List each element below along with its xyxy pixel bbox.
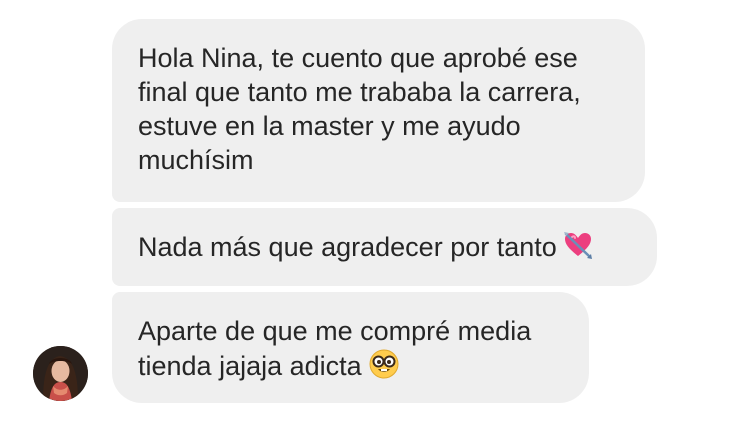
message-text-line: Hola Nina, te cuento que aprobé ese — [138, 43, 578, 73]
avatar-photo — [33, 346, 88, 401]
message-text-line: Aparte de que me compré media — [138, 316, 532, 346]
nerd-face-icon — [368, 348, 400, 388]
message-bubble[interactable]: Aparte de que me compré media tienda jaj… — [112, 292, 589, 403]
message-bubble[interactable]: Hola Nina, te cuento que aprobé ese fina… — [112, 19, 645, 202]
avatar[interactable] — [33, 346, 88, 401]
message-text-line: muchísim — [138, 145, 254, 175]
message-text-line: final que tanto me trababa la carrera, — [138, 77, 581, 107]
message-text-line: estuve en la master y me ayudo — [138, 111, 521, 141]
message-text-line: tienda jajaja adicta — [138, 348, 563, 388]
message-text-line: Nada más que agradecer por tanto — [138, 230, 631, 268]
message-bubble[interactable]: Nada más que agradecer por tanto — [112, 208, 657, 286]
heart-with-arrow-icon — [563, 230, 593, 268]
message-text: tienda jajaja adicta — [138, 351, 362, 382]
message-text: Nada más que agradecer por tanto — [138, 232, 557, 263]
